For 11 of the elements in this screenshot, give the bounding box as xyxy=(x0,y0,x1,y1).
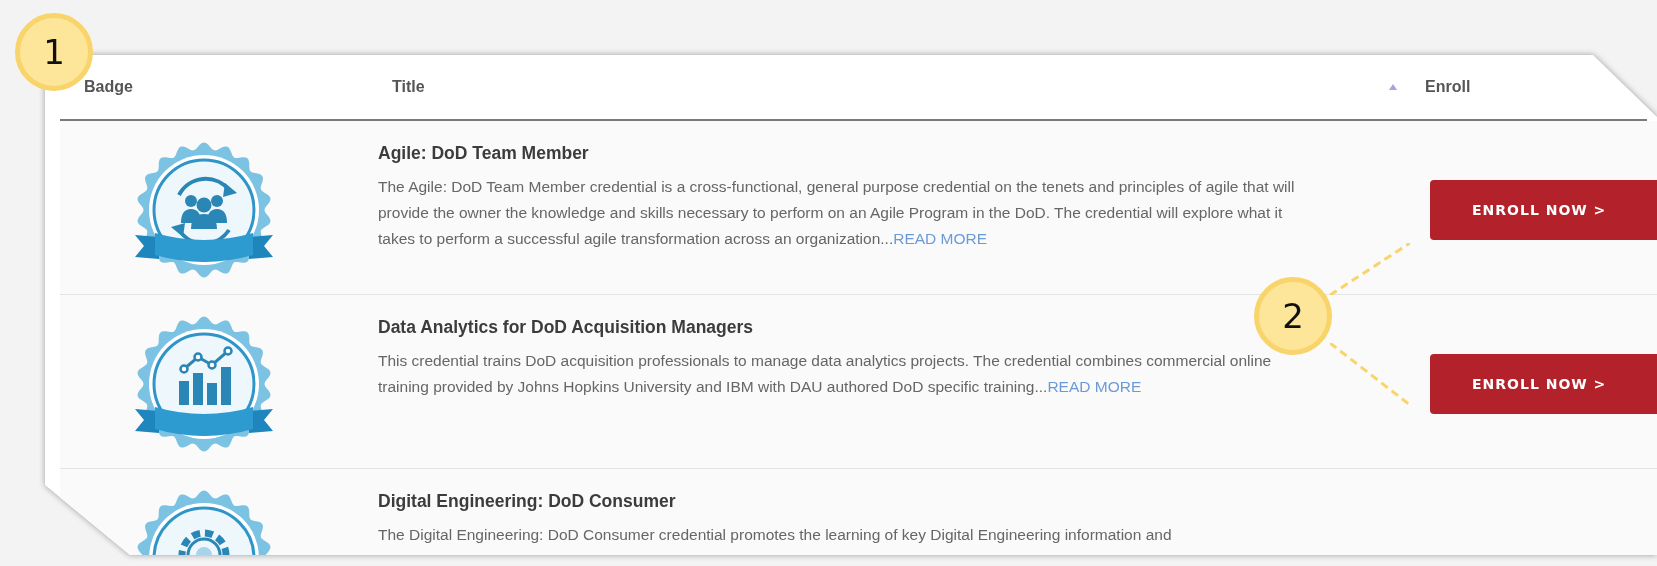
credential-title: Digital Engineering: DoD Consumer xyxy=(378,491,677,512)
credential-description: The Agile: DoD Team Member credential is a cross-functional, general purpose credential on the tenets and principles of agile that will provide the owner the knowledge and skills necessary to perform on an Agile Program in the DoD. The credential will explore what it takes to perform a successful agile transformation across an organization...READ MORE xyxy=(378,177,1296,249)
column-header: Title xyxy=(392,78,425,96)
enroll-button[interactable]: ENROLL NOW > xyxy=(1430,353,1657,414)
credential-description: The Digital Engineering: DoD Consumer credential promotes the learning of key Digital Engineering information and xyxy=(378,525,1173,545)
sort-arrow-icon[interactable] xyxy=(1389,84,1397,90)
column-header: Enroll xyxy=(1425,78,1471,95)
column-header: Badge xyxy=(84,78,133,95)
enroll-button[interactable]: ENROLL NOW > xyxy=(1430,179,1657,240)
credential-title: Data Analytics for DoD Acquisition Managers xyxy=(378,317,755,338)
credential-title: Agile: DoD Team Member xyxy=(378,143,590,164)
